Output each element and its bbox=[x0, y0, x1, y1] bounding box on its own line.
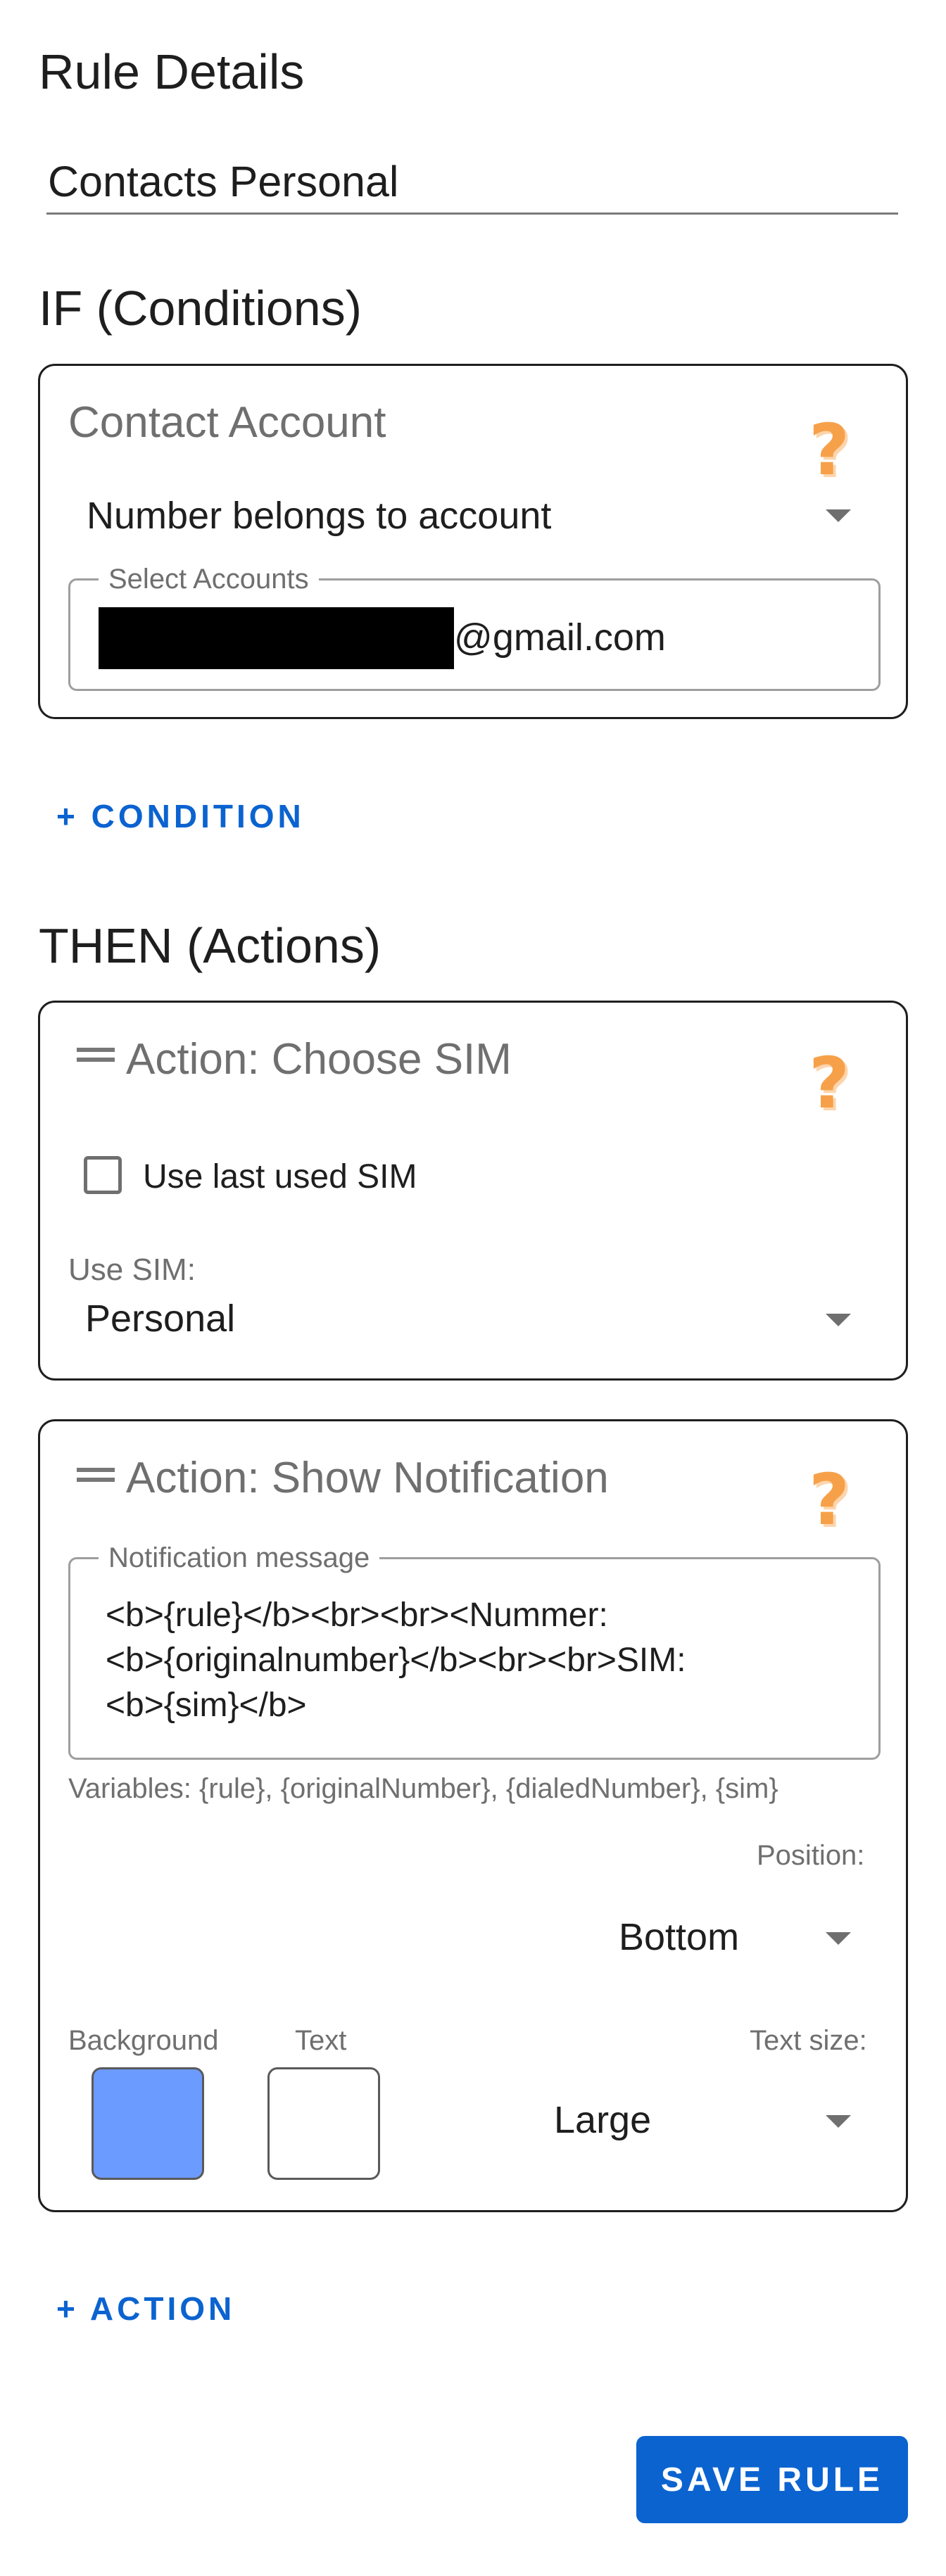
rule-name-value: Contacts Personal bbox=[48, 158, 399, 205]
chevron-down-icon bbox=[826, 1932, 851, 1945]
position-value: Bottom bbox=[619, 1916, 740, 1958]
actions-heading: THEN (Actions) bbox=[39, 918, 381, 973]
use-sim-label: Use SIM: bbox=[68, 1252, 196, 1287]
choose-sim-title: Action: Choose SIM bbox=[126, 1035, 512, 1084]
select-accounts-label: Select Accounts bbox=[99, 564, 319, 595]
background-color-label: Background bbox=[68, 2025, 219, 2056]
position-dropdown[interactable]: Bottom bbox=[603, 1907, 878, 1970]
account-email-suffix: @gmail.com bbox=[454, 616, 666, 659]
notification-message-line: <b>{sim}</b> bbox=[106, 1687, 307, 1724]
notification-message-line: <b>{rule}</b><br><br><Nummer: bbox=[106, 1597, 608, 1634]
rule-name-input[interactable]: Contacts Personal bbox=[46, 137, 898, 215]
rule-details-heading: Rule Details bbox=[39, 44, 305, 99]
show-notification-title: Action: Show Notification bbox=[126, 1454, 609, 1502]
account-mode-dropdown[interactable]: Number belongs to account bbox=[68, 486, 878, 549]
text-color-swatch[interactable] bbox=[267, 2067, 380, 2180]
redacted-email-block bbox=[99, 607, 454, 669]
contact-account-title: Contact Account bbox=[68, 398, 386, 447]
help-icon[interactable]: ? bbox=[809, 1465, 850, 1535]
use-last-sim-checkbox-row[interactable]: Use last used SIM bbox=[84, 1156, 450, 1198]
choose-sim-card: Action: Choose SIM ? Use last used SIM U… bbox=[38, 1001, 908, 1381]
variables-hint: Variables: {rule}, {originalNumber}, {di… bbox=[68, 1773, 778, 1804]
account-mode-value: Number belongs to account bbox=[87, 495, 552, 537]
chevron-down-icon bbox=[826, 2115, 851, 2128]
drag-handle-icon[interactable] bbox=[77, 1468, 115, 1482]
help-icon[interactable]: ? bbox=[809, 1048, 850, 1119]
drag-handle-icon[interactable] bbox=[77, 1048, 115, 1062]
text-size-dropdown[interactable]: Large bbox=[533, 2090, 878, 2153]
notification-message-line: <b>{originalnumber}</b><br><br>SIM: bbox=[106, 1642, 686, 1679]
use-last-sim-checkbox[interactable] bbox=[84, 1156, 122, 1194]
help-icon[interactable]: ? bbox=[809, 415, 850, 486]
use-sim-value: Personal bbox=[85, 1297, 236, 1340]
use-sim-dropdown[interactable]: Personal bbox=[68, 1291, 878, 1354]
chevron-down-icon bbox=[826, 509, 851, 522]
add-condition-button[interactable]: + CONDITION bbox=[56, 797, 305, 835]
notification-message-field[interactable]: Notification message <b>{rule}</b><br><b… bbox=[68, 1542, 881, 1760]
conditions-heading: IF (Conditions) bbox=[39, 281, 362, 336]
position-label: Position: bbox=[757, 1840, 865, 1871]
text-color-label: Text bbox=[295, 2025, 347, 2056]
background-color-swatch[interactable] bbox=[92, 2067, 204, 2180]
add-action-button[interactable]: + ACTION bbox=[56, 2290, 235, 2328]
text-size-label: Text size: bbox=[750, 2025, 867, 2056]
use-last-sim-label: Use last used SIM bbox=[143, 1158, 417, 1195]
show-notification-card: Action: Show Notification ? Notification… bbox=[38, 1419, 908, 2212]
select-accounts-field[interactable]: Select Accounts @gmail.com bbox=[68, 564, 881, 691]
notification-message-label: Notification message bbox=[99, 1542, 380, 1573]
contact-account-card: Contact Account ? Number belongs to acco… bbox=[38, 364, 908, 719]
text-size-value: Large bbox=[554, 2099, 652, 2141]
save-rule-button[interactable]: SAVE RULE bbox=[636, 2436, 908, 2523]
chevron-down-icon bbox=[826, 1314, 851, 1326]
